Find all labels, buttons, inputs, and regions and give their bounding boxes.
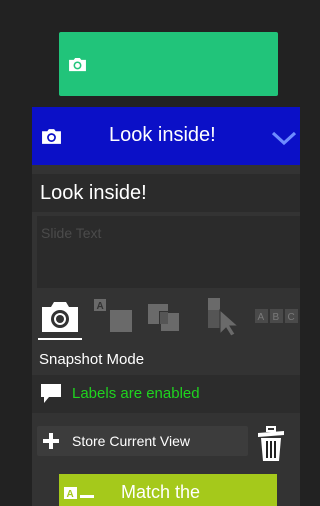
camera-icon [69,57,86,72]
pointer-label-icon[interactable] [202,296,246,336]
slide-text-area[interactable]: Slide Text [37,216,300,288]
selected-tab-indicator [38,338,82,340]
abc-icon[interactable]: A B C [254,308,300,324]
slide-title-field[interactable]: Look inside! [32,174,300,212]
layers-icon[interactable] [144,296,194,336]
slide-header[interactable]: Look inside! [32,107,300,165]
match-the-label: Match the [121,482,201,502]
store-current-view-label: Store Current View [72,433,191,449]
mode-tabs: A A B C [32,296,300,340]
trash-icon[interactable] [256,423,286,463]
snapshot-button[interactable] [59,32,278,96]
camera-icon [42,129,61,144]
labels-status-row[interactable]: Labels are enabled [32,375,300,413]
svg-text:B: B [273,312,280,323]
labels-status-text: Labels are enabled [72,385,200,402]
slide-header-title: Look inside! [109,124,216,146]
label-match-icon: A [64,487,94,500]
speech-bubble-icon [41,384,61,403]
slide-title-value: Look inside! [40,182,147,204]
svg-text:C: C [288,312,295,323]
chevron-down-icon[interactable] [271,130,297,146]
svg-text:A: A [258,312,265,323]
slide-text-placeholder: Slide Text [41,225,102,241]
store-current-view-button[interactable]: Store Current View [37,426,248,456]
svg-text:A: A [67,489,74,500]
plus-icon [43,433,59,449]
match-the-button[interactable]: A Match the [59,474,277,506]
svg-text:A: A [97,301,104,312]
camera-icon[interactable] [38,296,82,336]
mode-label: Snapshot Mode [39,351,145,368]
label-box-icon[interactable]: A [90,296,140,336]
